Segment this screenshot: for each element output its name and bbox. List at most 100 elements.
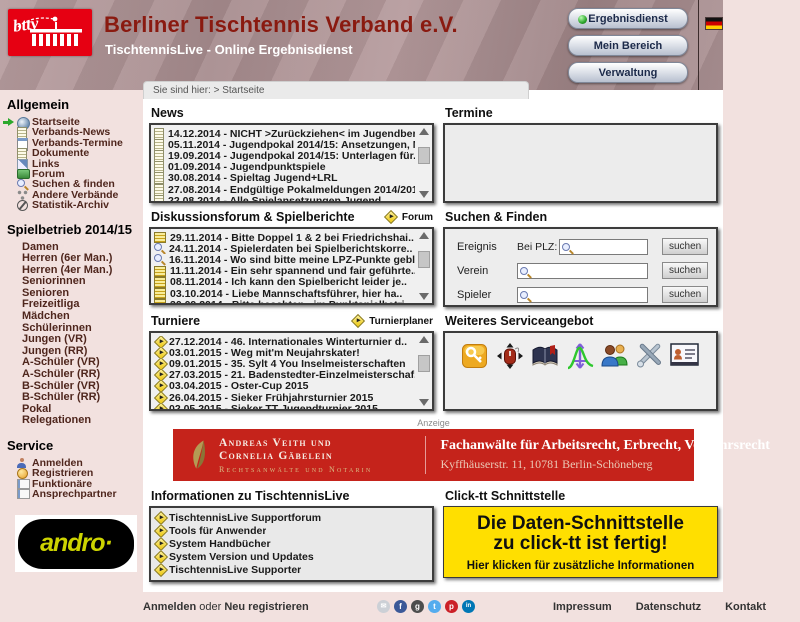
footer-link[interactable]: Impressum — [553, 601, 612, 613]
turnier-item-link[interactable]: 27.12.2014 - 46. Internationales Wintert… — [169, 336, 407, 347]
info-item-link[interactable]: Tools für Anwender — [169, 525, 266, 537]
sidebar-item-label: Statistik-Archiv — [32, 199, 109, 211]
turnier-item-link[interactable]: 09.01.2015 - 35. Sylt 4 You Inselmeister… — [169, 358, 406, 369]
pinterest-icon[interactable] — [445, 600, 458, 613]
search-submit-button[interactable]: suchen — [662, 238, 708, 255]
arrow-diamond-icon — [351, 314, 365, 328]
sidebar-item-label: Senioren — [22, 287, 69, 299]
twitter-icon[interactable] — [428, 600, 441, 613]
search-row: Spieler suchen — [457, 286, 708, 303]
sidebar-item-label: A-Schüler (VR) — [22, 356, 100, 368]
key-icon[interactable] — [461, 342, 489, 375]
search-input[interactable] — [517, 287, 648, 303]
content-panel: Sie sind hier: > Startseite News — [143, 90, 723, 592]
news-item: 01.09.2014 - Jugendpunktspiele — [154, 162, 415, 173]
forum-item-link[interactable]: 08.11.2014 - Ich kann den Spielbericht l… — [170, 277, 407, 288]
forum-item-link[interactable]: 29.11.2014 - Bitte Doppel 1 & 2 bei Frie… — [170, 232, 414, 243]
turnier-item-link[interactable]: 27.03.2015 - 21. Badenstedter-Einzelmeis… — [169, 370, 415, 381]
link-icon — [17, 159, 28, 170]
news-item-link[interactable]: 05.11.2014 - Jugendpokal 2014/15: Ansetz… — [168, 139, 415, 150]
note-icon — [154, 299, 166, 305]
ad-label: Anzeige — [149, 418, 718, 428]
turnier-item-link[interactable]: 03.04.2015 - Oster-Cup 2015 — [169, 381, 309, 392]
ad-specialties: Fachanwälte für Arbeitsrecht, Erbrecht, … — [440, 438, 694, 454]
news-item-link[interactable]: 30.08.2014 - Spieltag Jugend+LRL — [168, 173, 338, 184]
user-icon — [17, 458, 26, 468]
info-item-link[interactable]: System Handbücher — [169, 538, 271, 550]
facebook-icon[interactable] — [394, 600, 407, 613]
scrollbar-thumb[interactable] — [418, 147, 430, 164]
header-nav-button[interactable]: Ergebnisdienst — [568, 8, 688, 29]
info-item-link[interactable]: TischtennisLive Supporter — [169, 564, 301, 576]
scroll-down-icon[interactable] — [419, 293, 429, 300]
turnier-item-link[interactable]: 02.05.2015 - Sieker TT Jugendturnier 201… — [169, 403, 378, 411]
sidebar-item[interactable]: Ansprechpartner — [7, 489, 143, 499]
contact-card-big-icon[interactable] — [670, 342, 700, 372]
search-row: Verein suchen — [457, 262, 708, 279]
info-item-link[interactable]: TischtennisLive Supportforum — [169, 512, 321, 524]
forum-item-link[interactable]: 11.11.2014 - Ein sehr spannend und fair … — [170, 266, 415, 277]
clicktt-line2: zu click-tt ist fertig! — [444, 534, 717, 554]
register-icon — [17, 468, 28, 479]
footer-link[interactable]: Datenschutz — [636, 601, 701, 613]
scrollbar-thumb[interactable] — [418, 355, 430, 372]
german-flag-icon[interactable] — [705, 17, 723, 30]
sidebar-item-label: Damen — [22, 241, 59, 253]
header-nav-button[interactable]: Verwaltung — [568, 62, 688, 83]
forum-link[interactable]: Forum — [384, 211, 433, 223]
news-item-link[interactable]: 27.08.2014 - Endgültige Pokalmeldungen 2… — [168, 184, 415, 195]
search-input[interactable] — [517, 263, 648, 279]
scroll-down-icon[interactable] — [419, 191, 429, 198]
news-item-link[interactable]: 01.09.2014 - Jugendpunktspiele — [168, 162, 326, 173]
googleplus-icon[interactable] — [411, 600, 424, 613]
scroll-down-icon[interactable] — [419, 399, 429, 406]
ad-banner[interactable]: Andreas Veith und Cornelia Gäbelein Rech… — [173, 429, 694, 481]
search-submit-button[interactable]: suchen — [662, 262, 708, 279]
bttv-logo[interactable]: bttv — [8, 9, 92, 56]
news-item-link[interactable]: 14.12.2014 - NICHT >Zurückziehen< im Jug… — [168, 128, 415, 139]
news-item-link[interactable]: 19.09.2014 - Jugendpokal 2014/15: Unterl… — [168, 150, 415, 161]
sidebar-item-label: Herren (6er Man.) — [22, 252, 112, 264]
andro-sponsor-logo[interactable]: andro· — [15, 515, 137, 572]
header-nav-button[interactable]: Mein Bereich — [568, 35, 688, 56]
news-item-link[interactable]: 22.08.2014 - Alle Spielansetzungen Jugen… — [168, 195, 381, 203]
search-submit-button[interactable]: suchen — [662, 286, 708, 303]
handbook-icon[interactable] — [530, 342, 560, 374]
forum-item-link[interactable]: 30.09.2014 - Bitte beachten - im Punktsp… — [170, 299, 410, 305]
sidebar-item[interactable]: Statistik-Archiv — [7, 200, 143, 210]
linkedin-icon[interactable] — [462, 600, 475, 613]
statistics-curve-icon[interactable] — [566, 342, 594, 375]
footer-login-link[interactable]: Anmelden — [143, 601, 196, 613]
footer: Anmelden oder Neu registrieren Impressum — [0, 592, 800, 622]
sidebar-item[interactable]: Links — [7, 159, 143, 169]
news-item: 14.12.2014 - NICHT >Zurückziehen< im Jug… — [154, 128, 415, 139]
scroll-up-icon[interactable] — [419, 232, 429, 239]
advertisement: Anzeige Andreas Veith und Cornelia Gäbel… — [149, 418, 718, 481]
turnier-item-link[interactable]: 03.01.2015 - Weg mit'm Neujahrskater! — [169, 347, 360, 358]
scroll-up-icon[interactable] — [419, 128, 429, 135]
footer-link[interactable]: Kontakt — [725, 601, 766, 613]
mail-icon[interactable] — [377, 600, 390, 613]
tools-icon[interactable] — [635, 342, 665, 375]
scroll-up-icon[interactable] — [419, 336, 429, 343]
breadcrumb[interactable]: Sie sind hier: > Startseite — [143, 81, 529, 99]
scrollbar-thumb[interactable] — [418, 251, 430, 268]
turnierplaner-link-label: Turnierplaner — [369, 316, 433, 327]
forum-item-link[interactable]: 24.11.2014 - Spielerdaten bei Spielberic… — [169, 243, 412, 254]
info-item-link[interactable]: System Version und Updates — [169, 551, 314, 563]
header-nav-button-label: Verwaltung — [599, 67, 658, 79]
forum-item: 11.11.2014 - Ein sehr spannend und fair … — [154, 266, 415, 277]
turnierplaner-link[interactable]: Turnierplaner — [351, 315, 433, 327]
forum-title: Diskussionsforum & Spielberichte — [151, 210, 355, 224]
forum-item-link[interactable]: 16.11.2014 - Wo sind bitte meine LPZ-Pun… — [169, 254, 415, 265]
turnier-item-link[interactable]: 26.04.2015 - Sieker Frühjahrsturnier 201… — [169, 392, 373, 403]
turnier-item: 02.05.2015 - Sieker TT Jugendturnier 201… — [154, 403, 415, 411]
turnier-item: 03.01.2015 - Weg mit'm Neujahrskater! — [154, 347, 415, 358]
forum-item-link[interactable]: 03.10.2014 - Liebe Mannschaftsführer, hi… — [170, 288, 402, 299]
users-icon[interactable] — [599, 342, 629, 373]
footer-register-link[interactable]: Neu registrieren — [224, 601, 308, 613]
mouse-navigation-icon[interactable] — [495, 342, 525, 375]
sidebar-item[interactable]: Dokumente — [7, 148, 143, 158]
sidebar-item[interactable]: Relegationen — [7, 415, 143, 427]
clicktt-banner[interactable]: Die Daten-Schnittstelle zu click-tt ist … — [443, 506, 718, 578]
